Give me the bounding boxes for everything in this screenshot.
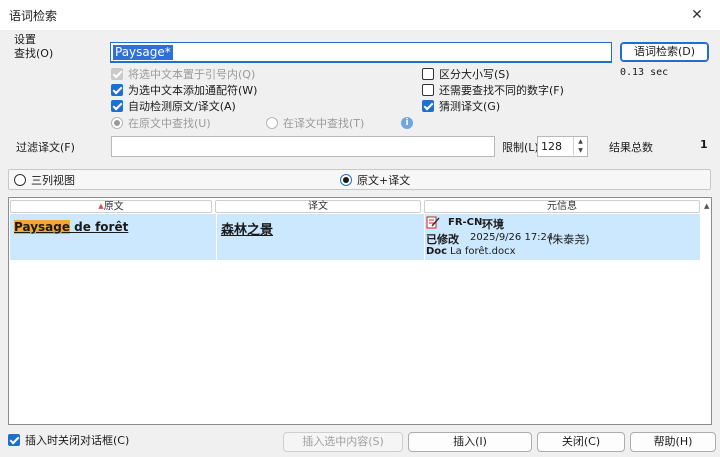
results-label: 结果总数 [609,141,653,154]
row-datetime: 2025/9/26 17:24 [470,232,554,243]
source-target-view-label: 原文+译文 [357,174,411,187]
case-sensitive-label: 区分大小写(S) [439,68,510,81]
column-header-target[interactable]: 译文 [215,200,421,213]
checkbox-box [111,100,123,112]
checkbox-box [111,68,123,80]
row-source: Paysage de forêt [14,220,129,234]
filter-input[interactable] [111,136,495,157]
auto-detect-label: 自动检测原文/译文(A) [128,100,236,113]
close-icon[interactable]: ✕ [674,0,720,30]
filter-label: 过滤译文(F) [16,141,75,154]
spinner-arrows-icon[interactable]: ▲ ▼ [573,137,587,155]
checkbox-box [111,84,123,96]
insert-selected-button[interactable]: 插入选中内容(S) [283,432,403,452]
search-target-radio[interactable]: 在译文中查找(T) [266,115,364,131]
insert-button[interactable]: 插入(I) [408,432,532,452]
three-column-view-radio[interactable]: 三列视图 [14,172,75,188]
results-count: 1 [700,138,708,151]
match-highlight: Paysage [14,220,70,234]
auto-detect-checkbox[interactable]: 自动检测原文/译文(A) [111,98,236,114]
scroll-up-icon[interactable]: ▲ [704,202,709,210]
limit-label: 限制(L) [502,141,539,154]
checkbox-box [422,100,434,112]
tm-name: 环境 [482,218,504,231]
checkbox-box [422,68,434,80]
column-header-source[interactable]: ▲原文 [10,200,212,213]
window-title: 语词检索 [9,9,58,23]
add-wildcard-label: 为选中文本添加通配符(W) [128,84,258,97]
edit-status-icon [426,215,440,229]
close-button[interactable]: 关闭(C) [537,432,625,452]
limit-value: 128 [541,140,562,153]
elapsed-time: 0.13 sec [620,67,669,78]
doc-label: Doc [426,246,448,257]
close-on-insert-label: 插入时关闭对话框(C) [25,434,130,447]
info-icon[interactable]: i [401,117,413,129]
guess-translation-label: 猜测译文(G) [439,100,501,113]
row-status: 已修改 [426,233,459,246]
case-sensitive-checkbox[interactable]: 区分大小写(S) [422,66,510,82]
search-input[interactable]: Paysage* [110,42,612,63]
search-source-radio[interactable]: 在原文中查找(U) [111,115,211,131]
column-divider [424,214,425,260]
column-header-meta[interactable]: 元信息 [424,200,700,213]
radio-dot [14,174,26,186]
radio-dot [340,174,352,186]
source-target-view-radio[interactable]: 原文+译文 [340,172,410,188]
three-column-view-label: 三列视图 [31,174,75,187]
row-target: 森林之景 [221,223,274,238]
quote-selection-checkbox[interactable]: 将选中文本置于引号内(Q) [111,66,255,82]
concordance-search-button[interactable]: 语词检索(D) [620,42,709,62]
checkbox-box [422,84,434,96]
search-target-label: 在译文中查找(T) [283,117,365,130]
help-button[interactable]: 帮助(H) [630,432,716,452]
radio-dot [266,117,278,129]
quote-selection-label: 将选中文本置于引号内(Q) [128,68,256,81]
checkbox-box [8,434,20,446]
doc-name: La forêt.docx [450,246,516,257]
limit-spinner[interactable]: 128 ▲ ▼ [537,136,588,157]
language-pair: FR-CN [448,217,483,228]
search-source-label: 在原文中查找(U) [128,117,211,130]
title-bar: 语词检索 ✕ [0,0,720,30]
guess-translation-checkbox[interactable]: 猜测译文(G) [422,98,500,114]
radio-dot [111,117,123,129]
column-divider [216,214,217,260]
close-on-insert-checkbox[interactable]: 插入时关闭对话框(C) [8,432,129,448]
find-different-numbers-label: 还需要查找不同的数字(F) [439,84,564,97]
row-user: (朱泰尧) [548,233,590,246]
find-different-numbers-checkbox[interactable]: 还需要查找不同的数字(F) [422,82,564,98]
search-label: 查找(O) [14,47,54,60]
search-input-value: Paysage* [113,45,173,60]
add-wildcard-checkbox[interactable]: 为选中文本添加通配符(W) [111,82,257,98]
